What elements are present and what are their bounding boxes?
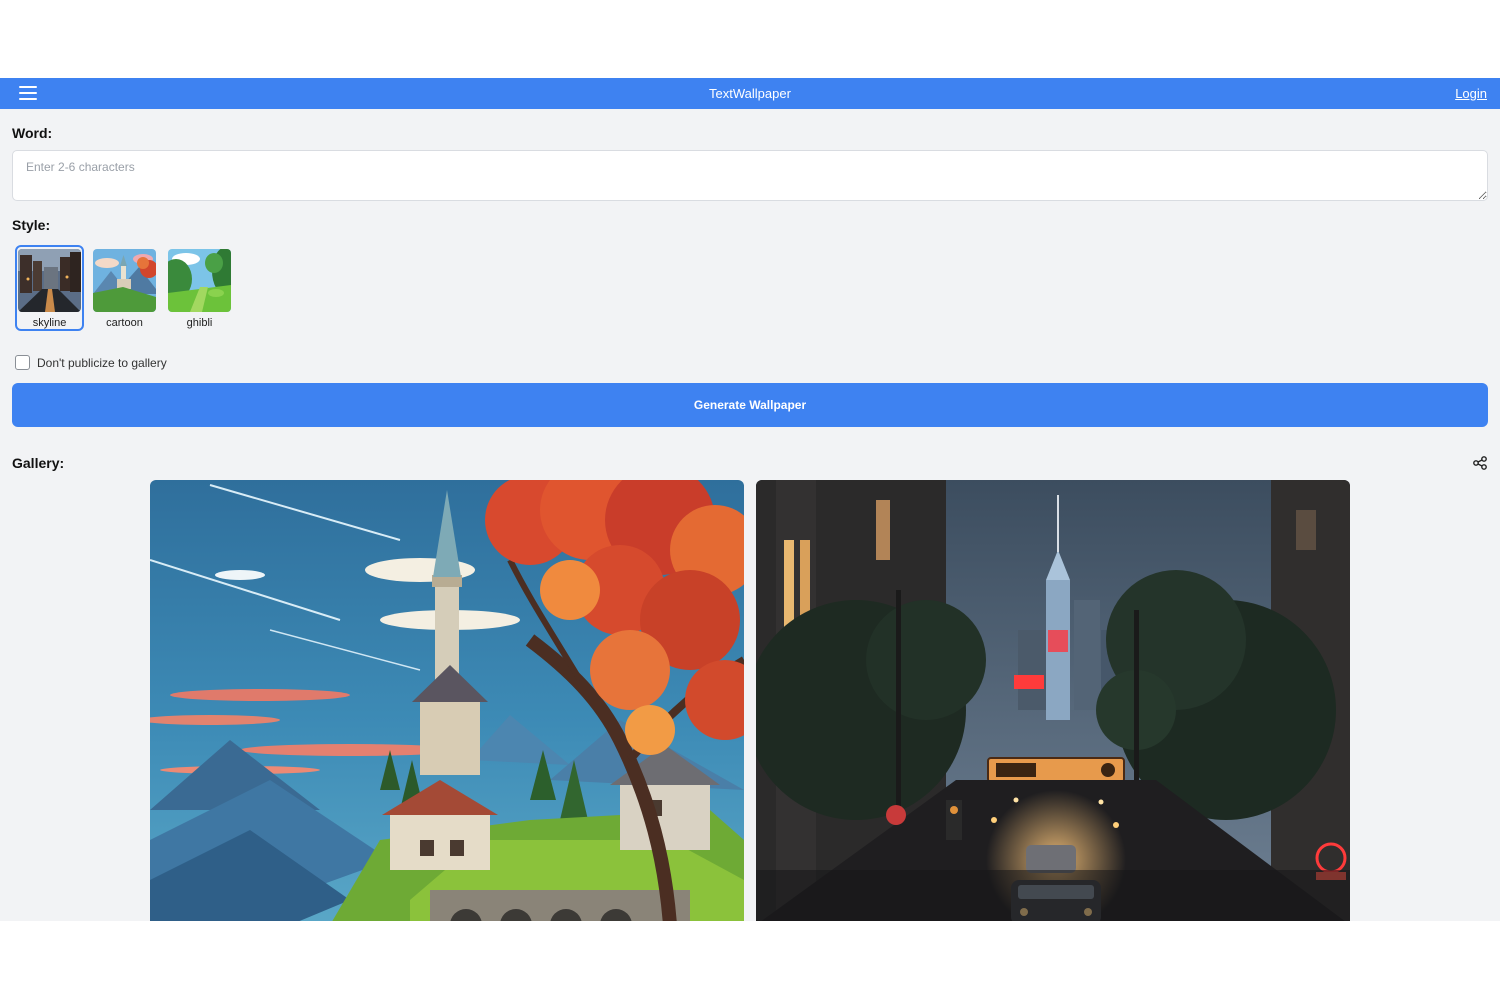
- private-checkbox[interactable]: [15, 355, 30, 370]
- style-options: skyline cartoon ghibli: [15, 245, 234, 331]
- word-label: Word:: [12, 125, 53, 141]
- share-icon[interactable]: [1472, 455, 1488, 471]
- app-title: TextWallpaper: [709, 86, 791, 101]
- skyline-thumbnail: [18, 249, 81, 312]
- generate-button[interactable]: Generate Wallpaper: [12, 383, 1488, 427]
- app-viewport: TextWallpaper Login Word: Style:: [0, 78, 1500, 921]
- cartoon-thumbnail: [93, 249, 156, 312]
- gallery-grid: [150, 480, 1350, 921]
- private-label: Don't publicize to gallery: [37, 355, 167, 370]
- gallery-label: Gallery:: [12, 455, 65, 471]
- style-option-cartoon[interactable]: cartoon: [90, 245, 159, 331]
- style-name-ghibli: ghibli: [186, 317, 213, 329]
- login-link[interactable]: Login: [1455, 86, 1487, 101]
- gallery-image-castle[interactable]: [150, 480, 744, 921]
- ghibli-thumbnail: [168, 249, 231, 312]
- gallery-image-city[interactable]: [756, 480, 1350, 921]
- style-option-ghibli[interactable]: ghibli: [165, 245, 234, 331]
- word-input[interactable]: [12, 150, 1488, 201]
- style-option-skyline[interactable]: skyline: [15, 245, 84, 331]
- private-option: Don't publicize to gallery: [15, 355, 167, 370]
- top-bar: TextWallpaper Login: [0, 78, 1500, 109]
- style-name-cartoon: cartoon: [106, 317, 143, 329]
- style-name-skyline: skyline: [32, 317, 67, 329]
- style-label: Style:: [12, 217, 51, 233]
